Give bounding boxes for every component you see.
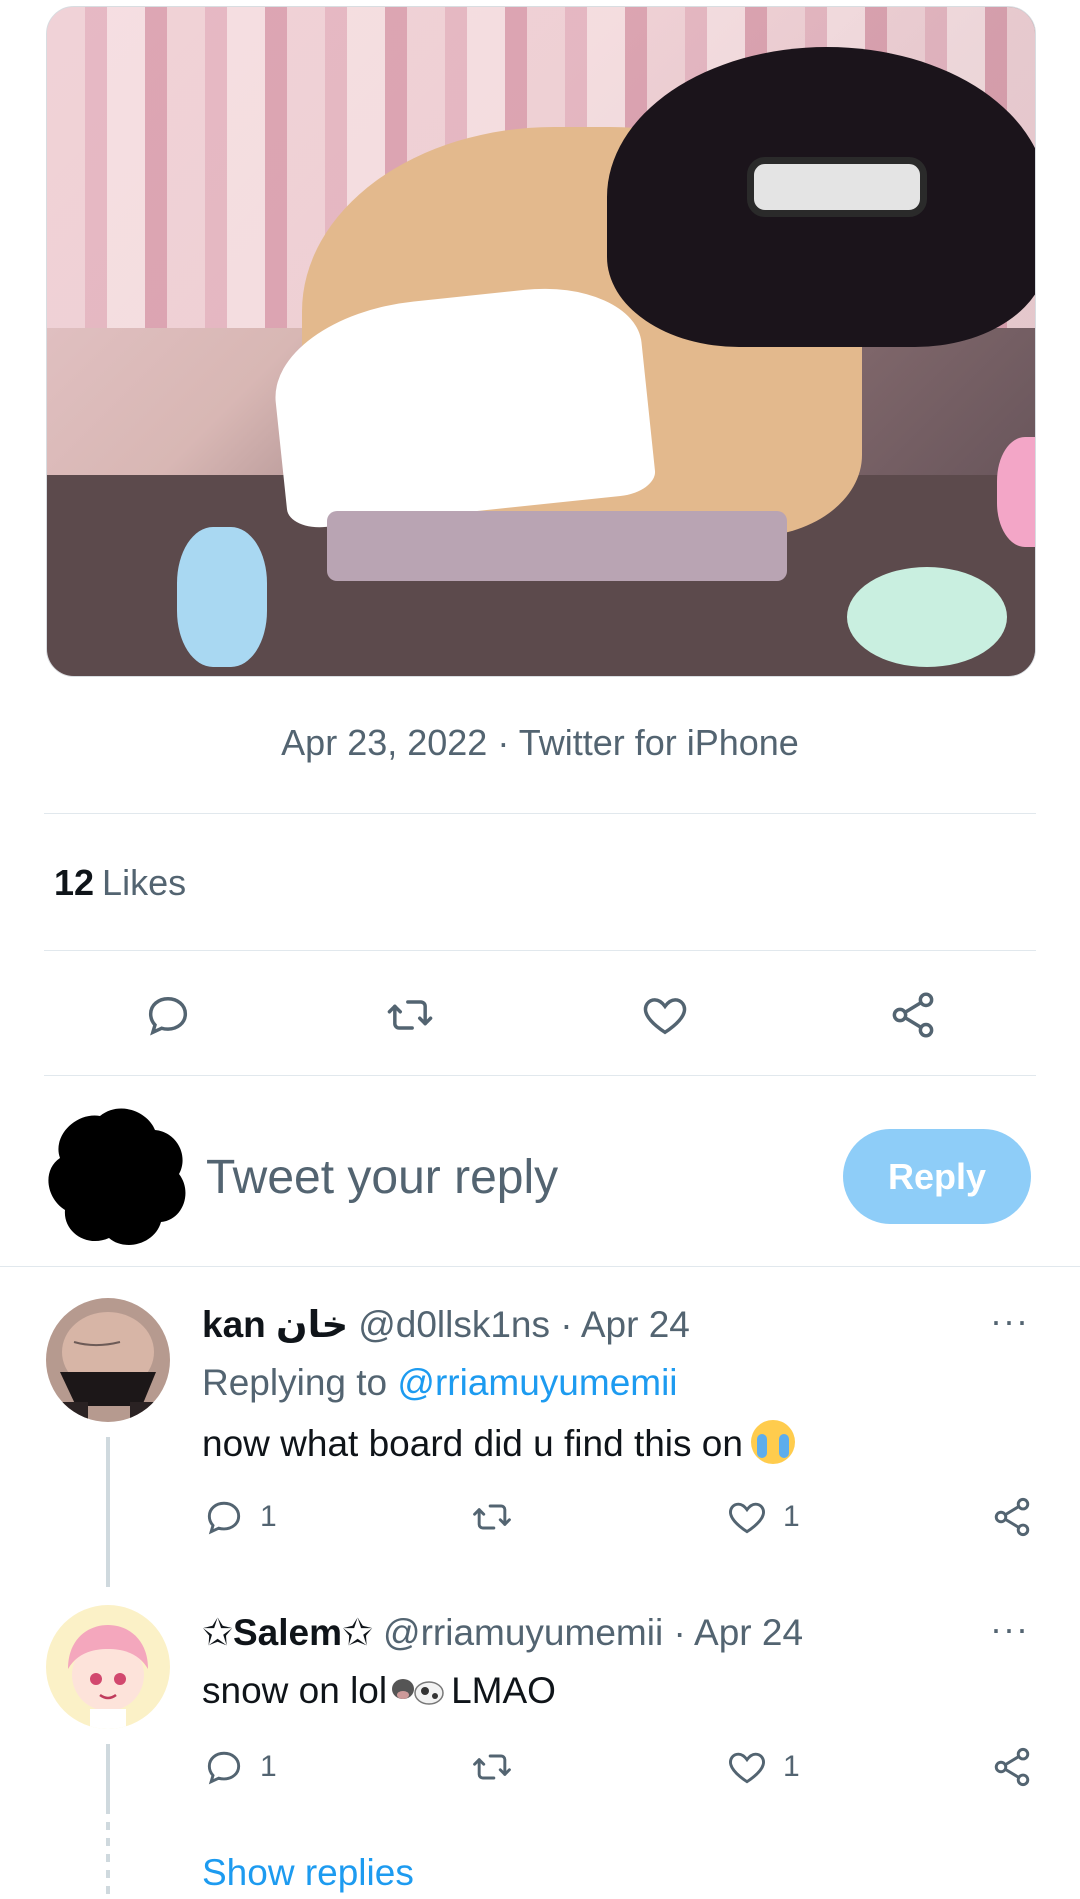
likes-stat[interactable]: 12 Likes (54, 862, 186, 904)
retweet-action[interactable] (468, 1495, 516, 1539)
like-icon (729, 1502, 765, 1534)
likes-label: Likes (102, 862, 187, 903)
display-name[interactable]: ✩Salem✩ (202, 1612, 373, 1653)
media-plush (847, 567, 1007, 667)
user-handle[interactable]: @d0llsk1ns (358, 1304, 550, 1345)
divider (44, 950, 1036, 951)
like-count: 1 (783, 1750, 800, 1783)
retweet-icon (473, 1504, 511, 1530)
reply-header: ✩Salem✩ @rriamuyumemii · Apr 24 (202, 1611, 803, 1654)
reply-action[interactable]: 1 (202, 1745, 277, 1789)
cow-icon (392, 1679, 444, 1705)
tweet-actions (0, 985, 1080, 1045)
reply-text: now what board did u find this on (202, 1420, 795, 1465)
tweet-meta: Apr 23, 2022 · Twitter for iPhone (0, 722, 1080, 764)
reply-input[interactable]: Tweet your reply (206, 1150, 558, 1205)
replying-prefix: Replying to (202, 1362, 388, 1403)
tweet-date[interactable]: Apr 23, 2022 (281, 722, 487, 763)
retweet-icon (473, 1754, 511, 1780)
meta-separator: · (560, 1304, 573, 1345)
reply-date[interactable]: Apr 24 (581, 1304, 690, 1345)
reply-icon[interactable] (138, 985, 198, 1045)
like-icon[interactable] (635, 985, 695, 1045)
thread-dotted-line (106, 1822, 110, 1899)
like-icon (729, 1752, 765, 1784)
more-icon[interactable]: ··· (990, 1608, 1029, 1650)
reply-actions: 1 1 (0, 1495, 1080, 1545)
replying-to-link[interactable]: @rriamuyumemii (397, 1362, 677, 1403)
share-icon[interactable] (883, 985, 943, 1045)
reply-action[interactable]: 1 (202, 1495, 277, 1539)
share-icon (994, 1497, 1030, 1537)
tweet-source[interactable]: Twitter for iPhone (519, 722, 799, 763)
avatar[interactable] (46, 1605, 170, 1729)
like-action[interactable]: 1 (725, 1745, 800, 1789)
divider (0, 1266, 1080, 1267)
reply-text-suffix: LMAO (451, 1670, 556, 1711)
tweet-media-image[interactable] (46, 6, 1036, 677)
likes-count: 12 (54, 862, 95, 903)
display-name[interactable]: kan خان (202, 1304, 348, 1345)
meta-separator: · (497, 722, 510, 763)
loudly-crying-face-icon (750, 1420, 795, 1464)
retweet-icon[interactable] (380, 985, 440, 1045)
reply-header: kan خان @d0llsk1ns · Apr 24 (202, 1303, 690, 1346)
avatar[interactable] (40, 1098, 192, 1250)
reply-text-content: now what board did u find this on (202, 1423, 743, 1464)
divider (44, 813, 1036, 814)
replying-to: Replying to @rriamuyumemii (202, 1362, 678, 1404)
share-action[interactable] (990, 1745, 1034, 1789)
media-toy-pony-pink (997, 437, 1035, 547)
meta-separator: · (673, 1612, 686, 1653)
media-toy-pony-blue (177, 527, 267, 667)
divider (44, 1075, 1036, 1076)
reply-text: snow on lol LMAO (202, 1670, 556, 1712)
retweet-action[interactable] (468, 1745, 516, 1789)
reply-actions: 1 1 (0, 1745, 1080, 1795)
like-count: 1 (783, 1500, 800, 1533)
like-action[interactable]: 1 (725, 1495, 800, 1539)
reply-text-content: snow on lol (202, 1670, 388, 1711)
share-icon (994, 1747, 1030, 1787)
more-icon[interactable]: ··· (990, 1300, 1029, 1342)
reply-count: 1 (260, 1500, 277, 1533)
reply-date[interactable]: Apr 24 (694, 1612, 803, 1653)
media-glasses (747, 157, 927, 217)
user-handle[interactable]: @rriamuyumemii (383, 1612, 663, 1653)
reply-button[interactable]: Reply (843, 1129, 1031, 1224)
show-replies-link[interactable]: Show replies (202, 1852, 414, 1894)
avatar[interactable] (46, 1298, 170, 1422)
media-keyboard (327, 511, 787, 581)
share-action[interactable] (990, 1495, 1034, 1539)
reply-count: 1 (260, 1750, 277, 1783)
reply-icon (207, 1751, 241, 1785)
reply-icon (207, 1501, 241, 1535)
